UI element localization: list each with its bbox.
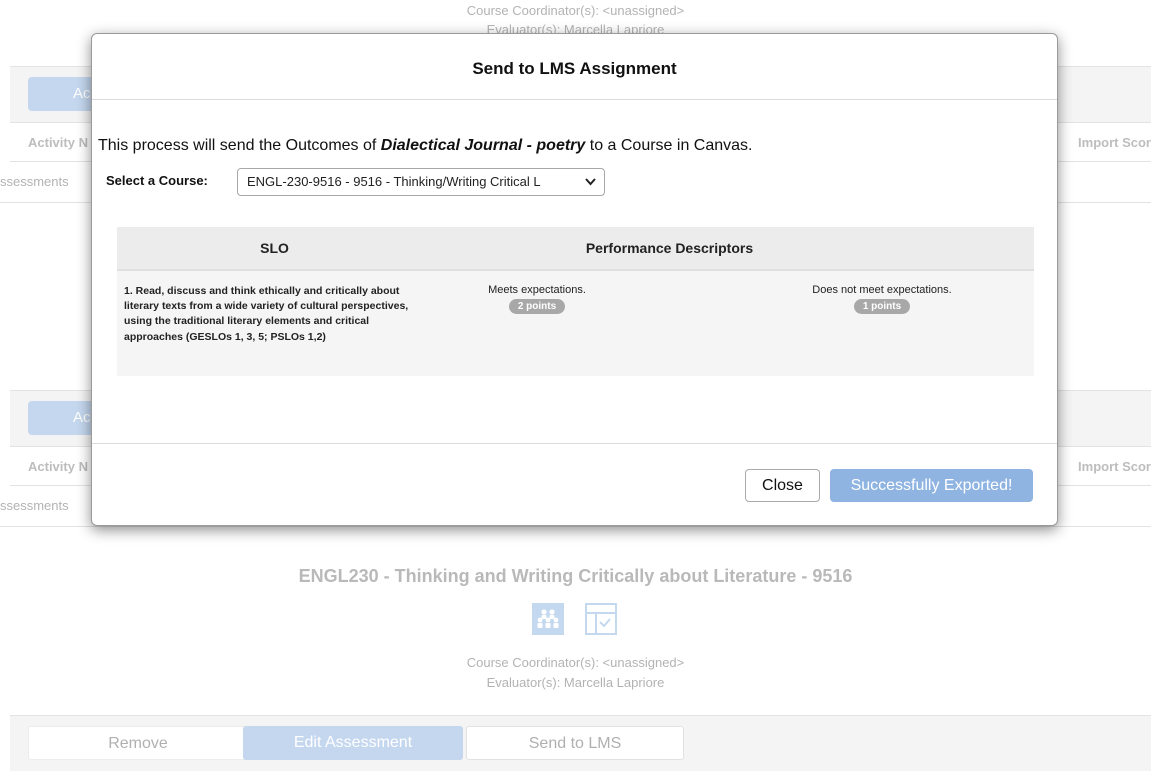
descriptor-label: Meets expectations.	[488, 284, 586, 296]
select-course-label: Select a Course:	[106, 173, 208, 188]
intro-suffix: to a Course in Canvas.	[585, 137, 753, 154]
col-activity-name: Activity N	[28, 135, 88, 150]
chevron-down-icon	[585, 169, 596, 195]
descriptor-meets: Meets expectations. 2 points	[447, 284, 627, 314]
assessments-label: ssessments	[0, 174, 69, 189]
course-select[interactable]: ENGL-230-9516 - 9516 - Thinking/Writing …	[237, 168, 605, 196]
selected-course: ENGL-230-9516 - 9516 - Thinking/Writing …	[247, 174, 541, 189]
successfully-exported-button[interactable]: Successfully Exported!	[830, 469, 1033, 502]
close-button[interactable]: Close	[745, 469, 820, 502]
table-row: 1. Read, discuss and think ethically and…	[117, 271, 1034, 376]
points-badge: 1 points	[853, 299, 911, 314]
dialog-footer: Close Successfully Exported!	[92, 443, 1057, 525]
course-actions-bar: Remove Edit Assessment Send to LMS	[10, 715, 1151, 771]
col-import-score: Import Scor	[1078, 135, 1151, 150]
course-title: ENGL230 - Thinking and Writing Criticall…	[298, 566, 853, 586]
assessments-label: ssessments	[0, 498, 69, 513]
send-to-lms-button[interactable]: Send to LMS	[466, 726, 684, 760]
edit-assessment-button[interactable]: Edit Assessment	[243, 726, 463, 760]
descriptor-does-not-meet: Does not meet expectations. 1 points	[757, 284, 1007, 314]
intro-prefix: This process will send the Outcomes of	[98, 137, 381, 154]
header-slo: SLO	[260, 240, 289, 256]
col-import-score: Import Scor	[1078, 459, 1151, 474]
dialog-header: Send to LMS Assignment	[92, 34, 1057, 100]
points-badge: 2 points	[508, 299, 566, 314]
top-coordinators: Course Coordinator(s): <unassigned>	[466, 3, 685, 18]
header-performance-descriptors: Performance Descriptors	[585, 240, 754, 256]
checklist-icon[interactable]	[585, 603, 617, 635]
dialog-intro: This process will send the Outcomes of D…	[98, 137, 753, 155]
send-to-lms-dialog: Send to LMS Assignment This process will…	[91, 33, 1058, 526]
activity-name: Dialectical Journal - poetry	[380, 137, 586, 154]
col-activity-name: Activity N	[28, 459, 88, 474]
descriptor-label: Does not meet expectations.	[812, 284, 952, 296]
slo-table-header: SLO Performance Descriptors	[117, 227, 1034, 271]
dialog-title: Send to LMS Assignment	[472, 59, 677, 78]
slo-table: SLO Performance Descriptors 1. Read, dis…	[117, 227, 1034, 376]
people-icon[interactable]	[532, 603, 564, 635]
course-coordinators: Course Coordinator(s): <unassigned>	[466, 655, 685, 670]
remove-button[interactable]: Remove	[28, 726, 248, 760]
slo-text: 1. Read, discuss and think ethically and…	[124, 285, 409, 343]
course-evaluators: Evaluator(s): Marcella Lapriore	[486, 675, 665, 690]
